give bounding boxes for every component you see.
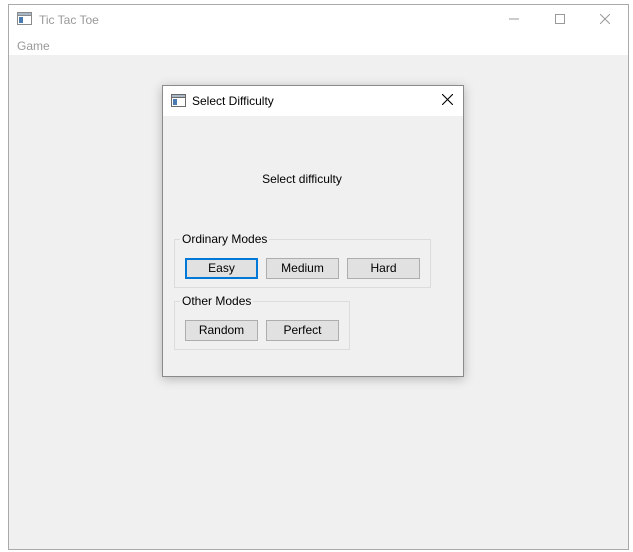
maximize-icon [555,13,565,27]
close-icon [599,13,611,27]
close-window-button[interactable] [582,5,628,35]
minimize-icon [509,13,519,27]
ordinary-modes-group: Ordinary Modes Easy Medium Hard [174,232,431,288]
dialog-titlebar[interactable]: Select Difficulty [163,86,463,116]
menu-game[interactable]: Game [17,39,50,53]
close-icon [441,93,453,108]
app-window-icon [171,94,186,107]
medium-button[interactable]: Medium [266,258,339,279]
minimize-button[interactable] [491,5,537,35]
other-modes-title: Other Modes [180,294,254,308]
main-window-title: Tic Tac Toe [39,13,99,27]
easy-button[interactable]: Easy [185,258,258,279]
app-window-icon [17,12,32,25]
difficulty-prompt: Select difficulty [262,172,342,186]
main-titlebar[interactable]: Tic Tac Toe [9,5,628,35]
hard-button[interactable]: Hard [347,258,420,279]
ordinary-modes-title: Ordinary Modes [180,232,270,246]
random-button[interactable]: Random [185,320,258,341]
menubar: Game [9,35,628,55]
dialog-title: Select Difficulty [192,94,274,108]
maximize-button[interactable] [537,5,583,35]
other-modes-group: Other Modes Random Perfect [174,294,350,350]
select-difficulty-dialog: Select Difficulty Select difficulty Ordi… [162,85,464,377]
dialog-close-button[interactable] [431,86,463,116]
perfect-button[interactable]: Perfect [266,320,339,341]
